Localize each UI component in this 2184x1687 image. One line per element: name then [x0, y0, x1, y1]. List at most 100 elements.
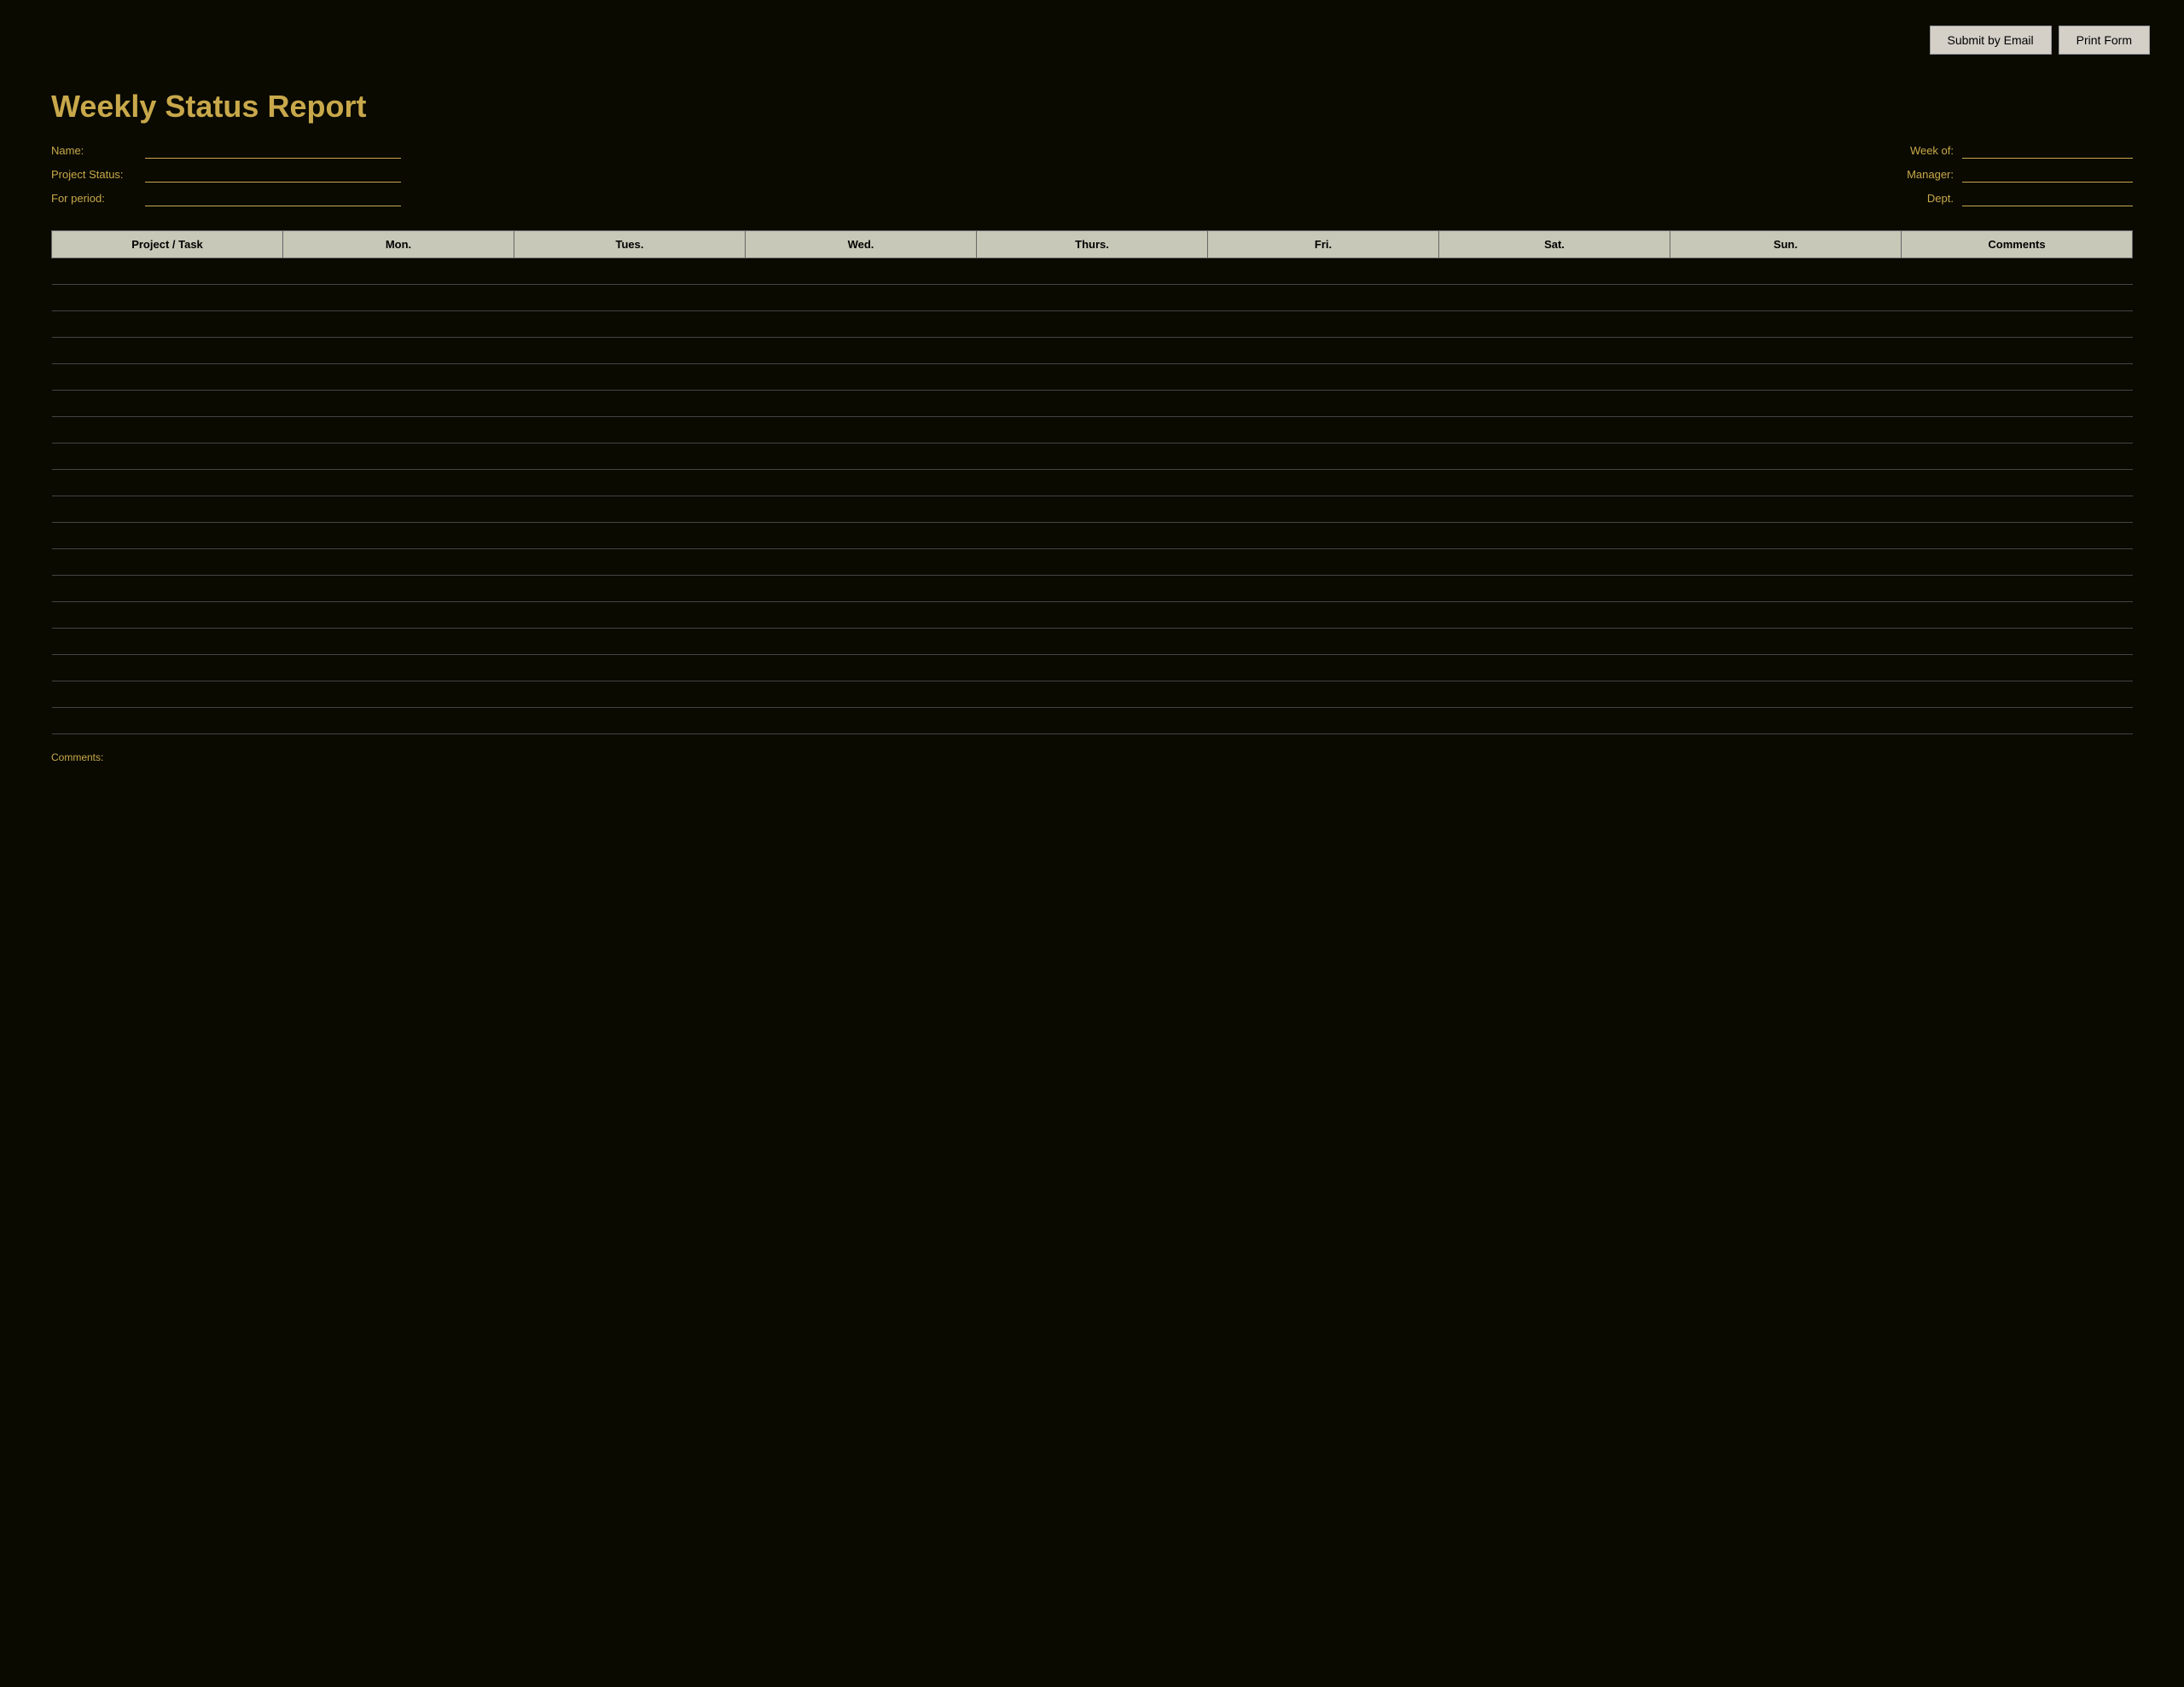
row-10-fri-input[interactable] — [1211, 530, 1436, 542]
row-10-wed-input[interactable] — [749, 530, 973, 542]
row-8-tues-input[interactable] — [518, 477, 742, 489]
row-15-sat-input[interactable] — [1443, 662, 1667, 674]
row-5-sun-input[interactable] — [1674, 397, 1898, 409]
row-1-comments-input[interactable] — [1905, 292, 2129, 304]
row-2-tues-input[interactable] — [518, 318, 742, 330]
row-6-sat-input[interactable] — [1443, 424, 1667, 436]
row-10-comments-input[interactable] — [1905, 530, 2129, 542]
row-2-project-task-input[interactable] — [55, 318, 280, 330]
row-17-project-task-input[interactable] — [55, 715, 280, 727]
row-10-tues-input[interactable] — [518, 530, 742, 542]
row-14-project-task-input[interactable] — [55, 635, 280, 647]
row-16-wed-input[interactable] — [749, 688, 973, 700]
row-16-mon-input[interactable] — [287, 688, 511, 700]
row-14-tues-input[interactable] — [518, 635, 742, 647]
for-period-input[interactable] — [145, 189, 401, 206]
row-7-fri-input[interactable] — [1211, 450, 1436, 462]
row-12-wed-input[interactable] — [749, 583, 973, 594]
row-9-sun-input[interactable] — [1674, 503, 1898, 515]
row-10-project-task-input[interactable] — [55, 530, 280, 542]
row-14-thurs-input[interactable] — [980, 635, 1205, 647]
row-1-fri-input[interactable] — [1211, 292, 1436, 304]
row-12-sat-input[interactable] — [1443, 583, 1667, 594]
row-15-tues-input[interactable] — [518, 662, 742, 674]
row-9-tues-input[interactable] — [518, 503, 742, 515]
row-1-wed-input[interactable] — [749, 292, 973, 304]
row-5-thurs-input[interactable] — [980, 397, 1205, 409]
row-15-project-task-input[interactable] — [55, 662, 280, 674]
row-2-sat-input[interactable] — [1443, 318, 1667, 330]
row-7-thurs-input[interactable] — [980, 450, 1205, 462]
row-4-thurs-input[interactable] — [980, 371, 1205, 383]
row-12-thurs-input[interactable] — [980, 583, 1205, 594]
row-4-sat-input[interactable] — [1443, 371, 1667, 383]
row-11-wed-input[interactable] — [749, 556, 973, 568]
row-15-fri-input[interactable] — [1211, 662, 1436, 674]
row-6-thurs-input[interactable] — [980, 424, 1205, 436]
row-14-sun-input[interactable] — [1674, 635, 1898, 647]
row-12-mon-input[interactable] — [287, 583, 511, 594]
row-3-mon-input[interactable] — [287, 345, 511, 357]
row-12-fri-input[interactable] — [1211, 583, 1436, 594]
row-2-sun-input[interactable] — [1674, 318, 1898, 330]
row-5-sat-input[interactable] — [1443, 397, 1667, 409]
row-0-wed-input[interactable] — [749, 265, 973, 277]
row-4-fri-input[interactable] — [1211, 371, 1436, 383]
row-9-wed-input[interactable] — [749, 503, 973, 515]
row-3-comments-input[interactable] — [1905, 345, 2129, 357]
row-6-fri-input[interactable] — [1211, 424, 1436, 436]
row-8-project-task-input[interactable] — [55, 477, 280, 489]
row-17-wed-input[interactable] — [749, 715, 973, 727]
row-1-project-task-input[interactable] — [55, 292, 280, 304]
row-5-mon-input[interactable] — [287, 397, 511, 409]
row-2-thurs-input[interactable] — [980, 318, 1205, 330]
row-0-fri-input[interactable] — [1211, 265, 1436, 277]
row-17-thurs-input[interactable] — [980, 715, 1205, 727]
row-17-fri-input[interactable] — [1211, 715, 1436, 727]
row-0-sun-input[interactable] — [1674, 265, 1898, 277]
row-11-tues-input[interactable] — [518, 556, 742, 568]
dept-input[interactable] — [1962, 189, 2133, 206]
row-13-wed-input[interactable] — [749, 609, 973, 621]
row-1-sat-input[interactable] — [1443, 292, 1667, 304]
row-3-thurs-input[interactable] — [980, 345, 1205, 357]
row-9-thurs-input[interactable] — [980, 503, 1205, 515]
row-17-tues-input[interactable] — [518, 715, 742, 727]
row-11-project-task-input[interactable] — [55, 556, 280, 568]
row-7-mon-input[interactable] — [287, 450, 511, 462]
row-16-comments-input[interactable] — [1905, 688, 2129, 700]
row-9-fri-input[interactable] — [1211, 503, 1436, 515]
row-15-comments-input[interactable] — [1905, 662, 2129, 674]
row-8-comments-input[interactable] — [1905, 477, 2129, 489]
manager-input[interactable] — [1962, 165, 2133, 183]
row-8-wed-input[interactable] — [749, 477, 973, 489]
row-1-sun-input[interactable] — [1674, 292, 1898, 304]
row-13-tues-input[interactable] — [518, 609, 742, 621]
row-6-mon-input[interactable] — [287, 424, 511, 436]
row-11-sun-input[interactable] — [1674, 556, 1898, 568]
row-16-fri-input[interactable] — [1211, 688, 1436, 700]
row-15-mon-input[interactable] — [287, 662, 511, 674]
row-16-sat-input[interactable] — [1443, 688, 1667, 700]
row-17-comments-input[interactable] — [1905, 715, 2129, 727]
row-16-tues-input[interactable] — [518, 688, 742, 700]
row-7-tues-input[interactable] — [518, 450, 742, 462]
row-12-tues-input[interactable] — [518, 583, 742, 594]
row-15-sun-input[interactable] — [1674, 662, 1898, 674]
week-of-input[interactable] — [1962, 142, 2133, 159]
name-input[interactable] — [145, 142, 401, 159]
row-13-sun-input[interactable] — [1674, 609, 1898, 621]
row-10-mon-input[interactable] — [287, 530, 511, 542]
row-13-sat-input[interactable] — [1443, 609, 1667, 621]
row-13-thurs-input[interactable] — [980, 609, 1205, 621]
row-3-sat-input[interactable] — [1443, 345, 1667, 357]
print-form-button[interactable]: Print Form — [2059, 26, 2150, 55]
row-8-sat-input[interactable] — [1443, 477, 1667, 489]
row-4-wed-input[interactable] — [749, 371, 973, 383]
row-9-sat-input[interactable] — [1443, 503, 1667, 515]
row-10-sat-input[interactable] — [1443, 530, 1667, 542]
row-13-mon-input[interactable] — [287, 609, 511, 621]
row-13-comments-input[interactable] — [1905, 609, 2129, 621]
row-10-thurs-input[interactable] — [980, 530, 1205, 542]
row-15-thurs-input[interactable] — [980, 662, 1205, 674]
